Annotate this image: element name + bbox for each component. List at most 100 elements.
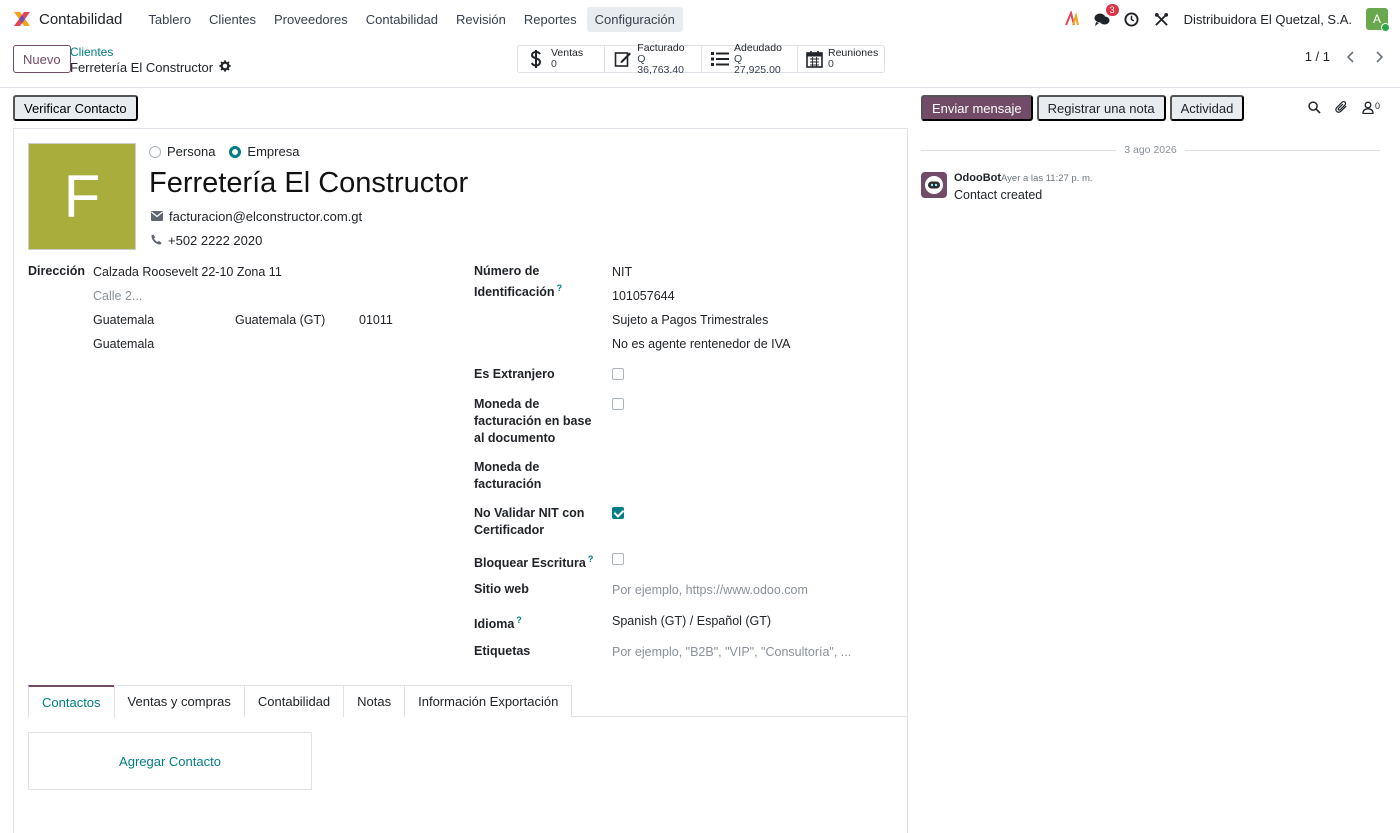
tab-informacion-exportacion[interactable]: Información Exportación [404,685,573,717]
radio-persona[interactable]: Persona [149,144,215,159]
tab-notas[interactable]: Notas [343,685,406,717]
followers-count: 0 [1375,100,1381,111]
phone-field[interactable]: +502 2222 2020 [168,233,262,248]
tools-icon[interactable] [1154,11,1170,27]
chat-icon[interactable]: 3 [1094,4,1119,27]
messages-badge: 3 [1105,4,1119,16]
app-name[interactable]: Contabilidad [39,11,122,28]
partner-avatar[interactable]: F [28,143,136,250]
zip-field[interactable]: 01011 [359,312,393,329]
email-field[interactable]: facturacion@elconstructor.com.gt [169,209,362,224]
block-writing-label-text: Bloquear Escritura [474,556,586,571]
stat-facturado-button[interactable]: Facturado Q 36,763.40 [605,41,702,75]
foreign-checkbox[interactable] [612,368,624,380]
ai-icon[interactable] [1064,11,1080,27]
stat-ventas-button[interactable]: Ventas 0 [518,46,605,72]
help-icon[interactable]: ? [557,283,563,293]
stat-facturado-value: Q 36,763.40 [637,52,684,76]
no-validate-nit-label: No Validar NIT con Certificador [474,506,585,537]
website-field[interactable]: Por ejemplo, https://www.odoo.com [612,582,808,599]
edit-invoice-icon [613,49,632,69]
chevron-right-icon[interactable] [1372,50,1386,64]
menu-contabilidad[interactable]: Contabilidad [358,7,446,32]
doc-currency-checkbox[interactable] [612,398,624,410]
navbar-systray: 3 Distribuidora El Quetzal, S.A. A [1064,4,1390,32]
stat-reuniones-label: Reuniones [828,47,879,59]
chatter-date-label: 3 ago 2026 [1124,144,1177,156]
menu-proveedores[interactable]: Proveedores [266,7,356,32]
verify-contact-button[interactable]: Verificar Contacto [13,95,138,121]
menu-tablero[interactable]: Tablero [140,7,199,32]
tab-ventas-compras[interactable]: Ventas y compras [113,685,245,717]
website-label: Sitio web [474,582,529,596]
tax-regime-field[interactable]: Sujeto a Pagos Trimestrales [612,312,768,329]
help-icon[interactable]: ? [588,554,594,564]
vat-field[interactable]: 101057644 [612,288,675,305]
chevron-left-icon[interactable] [1344,50,1358,64]
no-validate-nit-checkbox[interactable] [612,507,624,519]
pager: 1 / 1 [1305,49,1386,64]
tab-contactos[interactable]: Contactos [28,685,115,718]
help-icon[interactable]: ? [516,615,522,625]
envelope-icon [151,209,163,224]
pager-value[interactable]: 1 / 1 [1305,49,1330,64]
company-type-radio: Persona Empresa [149,144,299,159]
radio-persona-dot[interactable] [149,145,161,158]
clock-icon[interactable] [1124,11,1140,27]
breadcrumb-current-label: Ferretería El Constructor [70,60,214,75]
control-panel: Nuevo Clientes Ferretería El Constructor… [0,38,1400,88]
stat-facturado-label: Facturado [637,41,685,54]
radio-persona-label: Persona [167,144,216,159]
id-type-field[interactable]: NIT [612,264,632,281]
app-logo-icon[interactable] [12,9,32,29]
partner-name-field[interactable]: Ferretería El Constructor [149,167,468,200]
id-number-label-text: Número de Identificación [474,264,555,300]
message-author[interactable]: OdooBot [954,172,1001,184]
tab-contabilidad[interactable]: Contabilidad [243,685,345,717]
search-icon[interactable] [1308,100,1321,117]
state-field[interactable]: Guatemala (GT) [235,312,325,329]
language-field[interactable]: Spanish (GT) / Español (GT) [612,613,771,630]
menu-clientes[interactable]: Clientes [201,7,264,32]
followers-button[interactable]: 0 [1362,101,1380,117]
phone-icon [151,233,162,248]
user-avatar[interactable]: A [1366,8,1390,32]
company-switcher[interactable]: Distribuidora El Quetzal, S.A. [1184,12,1352,27]
stat-reuniones-button[interactable]: Reuniones 0 [798,46,884,72]
form-sheet: F Persona Empresa Ferretería El Construc… [13,128,908,833]
list-icon [710,49,729,69]
paperclip-icon[interactable] [1335,100,1348,117]
message-time: Ayer a las 11:27 p. m. [1001,173,1093,184]
block-writing-checkbox[interactable] [612,553,624,565]
add-contact-button[interactable]: Agregar Contacto [28,732,312,790]
chatter-topbar: Enviar mensaje Registrar una nota Activi… [921,95,1245,121]
tags-label: Etiquetas [474,644,531,658]
new-button[interactable]: Nuevo [13,45,71,73]
menu-configuracion[interactable]: Configuración [586,6,683,32]
street-field[interactable]: Calzada Roosevelt 22-10 Zona 11 [93,264,282,281]
block-writing-label: Bloquear Escritura? [474,551,593,572]
gear-icon[interactable] [219,60,231,75]
activity-button[interactable]: Actividad [1169,95,1245,121]
dollar-icon [526,49,546,69]
iva-agent-field[interactable]: No es agente rentenedor de IVA [612,336,790,353]
street2-field[interactable]: Calle 2... [93,288,142,305]
menu-revision[interactable]: Revisión [448,7,514,32]
radio-empresa[interactable]: Empresa [229,144,299,159]
smart-buttons: Ventas 0 Facturado Q 36,763.40 Adeudado … [517,41,885,75]
send-message-button[interactable]: Enviar mensaje [921,95,1033,121]
log-note-button[interactable]: Registrar una nota [1036,95,1166,121]
notebook-tabs: Contactos Ventas y compras Contabilidad … [28,685,908,718]
breadcrumb: Clientes Ferretería El Constructor [70,45,231,75]
city-field[interactable]: Guatemala [93,312,154,329]
language-label: Idioma? [474,612,522,633]
stat-adeudado-button[interactable]: Adeudado Q 27,925.00 [702,42,798,75]
user-icon [1362,101,1374,117]
menu-reportes[interactable]: Reportes [516,7,585,32]
tags-field[interactable]: Por ejemplo, "B2B", "VIP", "Consultoría"… [612,644,851,661]
country-field[interactable]: Guatemala [93,336,154,353]
foreign-label: Es Extranjero [474,367,555,381]
breadcrumb-parent-link[interactable]: Clientes [70,45,231,59]
radio-empresa-dot[interactable] [229,145,242,158]
chatter-tools: 0 [1308,100,1380,117]
